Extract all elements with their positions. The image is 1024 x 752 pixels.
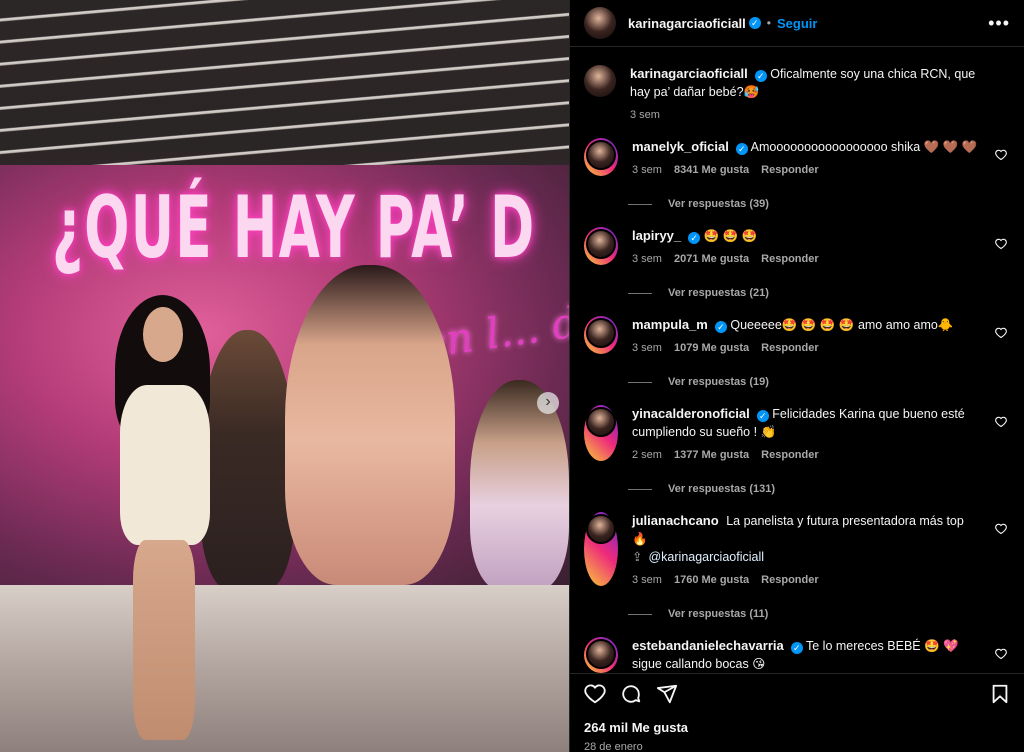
verified-icon: ✓ bbox=[754, 70, 767, 82]
more-options-icon[interactable]: ••• bbox=[988, 13, 1010, 34]
verified-icon: ✓ bbox=[714, 321, 727, 333]
author-avatar[interactable] bbox=[584, 7, 616, 39]
commenter-avatar[interactable] bbox=[586, 514, 616, 544]
reply-button[interactable]: Responder bbox=[761, 574, 818, 586]
dress bbox=[120, 385, 210, 545]
view-replies-button[interactable]: Ver respuestas (21) bbox=[628, 287, 1011, 299]
commenter-avatar[interactable] bbox=[586, 639, 616, 669]
post-modal: ¿QUÉ HAY PA’ D en l... de lo... › karina… bbox=[0, 0, 1024, 752]
caption-time[interactable]: 3 sem bbox=[630, 109, 660, 121]
comment-likes[interactable]: 1377 Me gusta bbox=[674, 449, 749, 461]
commenter-avatar[interactable] bbox=[586, 407, 616, 437]
studio-ceiling bbox=[0, 0, 569, 175]
comment-text: Queeeee🤩 🤩 🤩 🤩 amo amo amo🐥 bbox=[730, 318, 954, 332]
separator-dot: • bbox=[766, 16, 771, 30]
comment-time[interactable]: 2 sem bbox=[632, 449, 662, 461]
heart-icon[interactable] bbox=[995, 327, 1007, 339]
bookmark-icon[interactable] bbox=[989, 683, 1011, 705]
comment-time[interactable]: 3 sem bbox=[632, 342, 662, 354]
comment-username[interactable]: lapiryy_ bbox=[632, 228, 681, 243]
face bbox=[143, 307, 183, 362]
comment: mampula_m ✓ Queeeee🤩 🤩 🤩 🤩 amo amo amo🐥 3… bbox=[584, 299, 1011, 354]
comment: estebandanielechavarria ✓ Te lo mereces B… bbox=[584, 620, 1011, 673]
author-username[interactable]: karinagarciaoficiall bbox=[628, 16, 746, 31]
commenter-avatar[interactable] bbox=[586, 140, 616, 170]
view-replies-button[interactable]: Ver respuestas (19) bbox=[628, 376, 1011, 388]
comment-icon[interactable] bbox=[620, 683, 642, 705]
verified-icon: ✓ bbox=[748, 17, 761, 29]
comment: julianachcano La panelista y futura pres… bbox=[584, 495, 1011, 586]
chevron-right-icon[interactable]: › bbox=[537, 392, 559, 414]
post-sidebar: karinagarciaoficiall ✓ • Seguir ••• kari… bbox=[569, 0, 1024, 752]
comments-list[interactable]: karinagarciaoficiall ✓ Oficalmente soy un… bbox=[570, 48, 1024, 673]
heart-icon[interactable] bbox=[584, 683, 606, 705]
comment-time[interactable]: 3 sem bbox=[632, 164, 662, 176]
post-header: karinagarciaoficiall ✓ • Seguir ••• bbox=[570, 0, 1024, 47]
caption-text: karinagarciaoficiall ✓ Oficalmente soy un… bbox=[630, 65, 981, 101]
woman-figure bbox=[105, 295, 225, 752]
heart-icon[interactable] bbox=[995, 238, 1007, 250]
comment-likes[interactable]: 1760 Me gusta bbox=[674, 574, 749, 586]
mention-arrow-icon: ⇪ bbox=[632, 550, 643, 564]
comment-likes[interactable]: 8341 Me gusta bbox=[674, 164, 749, 176]
comment-username[interactable]: mampula_m bbox=[632, 317, 708, 332]
commenter-avatar[interactable] bbox=[586, 229, 616, 259]
comment-time[interactable]: 3 sem bbox=[632, 253, 662, 265]
author-avatar[interactable] bbox=[584, 65, 616, 97]
comment-text: 🤩 🤩 🤩 bbox=[703, 229, 758, 243]
comment: manelyk_oficial ✓ Amooooooooooooooooo shi… bbox=[584, 121, 1011, 176]
comment-likes[interactable]: 1079 Me gusta bbox=[674, 342, 749, 354]
heart-icon[interactable] bbox=[995, 648, 1007, 660]
verified-icon: ✓ bbox=[688, 232, 701, 244]
reply-button[interactable]: Responder bbox=[761, 342, 818, 354]
comment-username[interactable]: manelyk_oficial bbox=[632, 139, 729, 154]
legs bbox=[133, 540, 195, 740]
heart-icon[interactable] bbox=[995, 416, 1007, 428]
comment-username[interactable]: estebandanielechavarria bbox=[632, 638, 784, 653]
comment-mention[interactable]: @karinagarciaoficiall bbox=[648, 550, 764, 564]
comment-time[interactable]: 3 sem bbox=[632, 574, 662, 586]
comment-likes[interactable]: 2071 Me gusta bbox=[674, 253, 749, 265]
follow-button[interactable]: Seguir bbox=[777, 16, 817, 31]
verified-icon: ✓ bbox=[756, 410, 769, 422]
heart-icon[interactable] bbox=[995, 149, 1007, 161]
verified-icon: ✓ bbox=[735, 143, 748, 155]
heart-icon[interactable] bbox=[995, 523, 1007, 535]
view-replies-button[interactable]: Ver respuestas (131) bbox=[628, 483, 1011, 495]
comment-text: Amooooooooooooooooo shika 🤎 🤎 🤎 bbox=[750, 140, 978, 154]
commenter-avatar[interactable] bbox=[586, 318, 616, 348]
share-icon[interactable] bbox=[656, 683, 678, 705]
reply-button[interactable]: Responder bbox=[761, 164, 818, 176]
comment: lapiryy_ ✓ 🤩 🤩 🤩 3 sem 2071 Me gusta Respon… bbox=[584, 210, 1011, 265]
comment: yinacalderonoficial ✓ Felicidades Karina … bbox=[584, 388, 1011, 461]
likes-count[interactable]: 264 mil Me gusta bbox=[584, 720, 1011, 735]
screen-person-center bbox=[285, 265, 455, 585]
post-actions: 264 mil Me gusta 28 de enero bbox=[570, 673, 1024, 752]
post-image[interactable]: ¿QUÉ HAY PA’ D en l... de lo... › bbox=[0, 0, 569, 752]
reply-button[interactable]: Responder bbox=[761, 253, 818, 265]
post-date[interactable]: 28 de enero bbox=[584, 741, 1011, 752]
verified-icon: ✓ bbox=[790, 642, 803, 654]
comment-username[interactable]: yinacalderonoficial bbox=[632, 406, 750, 421]
screen-title: ¿QUÉ HAY PA’ D bbox=[52, 178, 536, 278]
studio-floor bbox=[0, 585, 569, 752]
reply-button[interactable]: Responder bbox=[761, 449, 818, 461]
view-replies-button[interactable]: Ver respuestas (11) bbox=[628, 608, 1011, 620]
caption: karinagarciaoficiall ✓ Oficalmente soy un… bbox=[584, 48, 1011, 121]
comment-username[interactable]: julianachcano bbox=[632, 513, 719, 528]
view-replies-button[interactable]: Ver respuestas (39) bbox=[628, 198, 1011, 210]
caption-username[interactable]: karinagarciaoficiall bbox=[630, 66, 748, 81]
